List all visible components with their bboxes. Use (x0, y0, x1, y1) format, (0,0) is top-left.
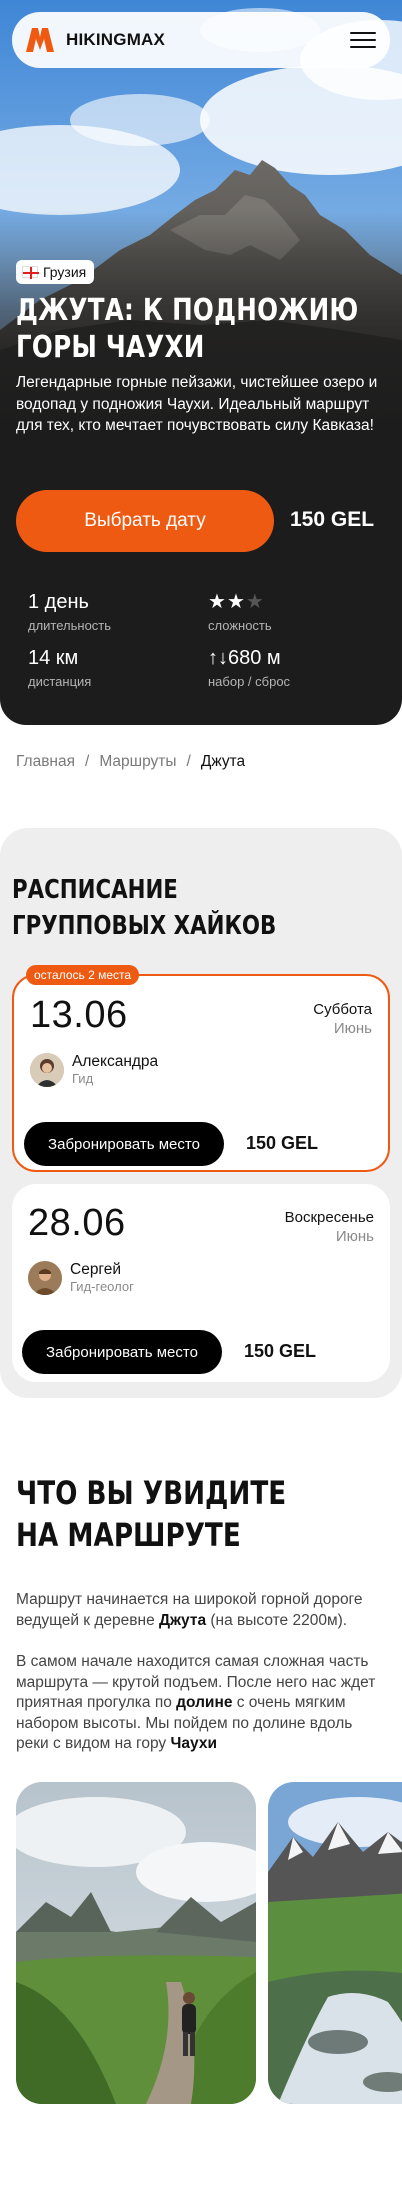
stat-difficulty: ★★★ сложность (208, 590, 272, 633)
card-price: 150 GEL (244, 1341, 317, 1361)
title-line-1: ДЖУТА: К ПОДНОЖИЮ (16, 293, 359, 328)
schedule-section: РАСПИСАНИЕ ГРУППОВЫХ ХАЙКОВ осталось 2 м… (0, 828, 402, 1398)
logo-icon[interactable] (24, 25, 58, 55)
route-section-title: ЧТО ВЫ УВИДИТЕ НА МАРШРУТЕ (16, 1472, 286, 1556)
schedule-title-line-2: ГРУППОВЫХ ХАЙКОВ (12, 911, 277, 941)
route-photo-river[interactable] (268, 1782, 402, 2104)
card-price: 150 GEL (246, 1133, 319, 1153)
hike-date: 28.06 (28, 1202, 126, 1244)
page-title: ДЖУТА: К ПОДНОЖИЮ ГОРЫ ЧАУХИ (16, 292, 385, 366)
hike-date: 13.06 (30, 994, 128, 1036)
route-paragraph-2: В самом начале находится самая сложная ч… (16, 1652, 388, 1755)
breadcrumb: Главная / Маршруты / Джута (16, 753, 245, 771)
georgia-flag-icon (22, 266, 39, 279)
schedule-title: РАСПИСАНИЕ ГРУППОВЫХ ХАЙКОВ (12, 872, 276, 944)
book-seat-button[interactable]: Забронировать место (24, 1122, 224, 1166)
highlight-chaukhi: Чаухи (170, 1735, 217, 1752)
breadcrumb-current: Джута (200, 753, 246, 770)
duration-label: длительность (28, 618, 112, 633)
hike-month: Июнь (333, 1020, 372, 1037)
logo-text[interactable]: HIKINGMAX (66, 30, 165, 50)
stat-distance: 14 км дистанция (28, 646, 91, 689)
highlight-juta: Джута (159, 1611, 207, 1629)
hero-price: 150 GEL (290, 508, 375, 531)
hike-weekday-month: Суббота Июнь (313, 1000, 372, 1038)
country-label: Грузия (43, 264, 87, 280)
site-header: HIKINGMAX (12, 12, 390, 68)
avatar (30, 1052, 64, 1087)
breadcrumb-separator: / (186, 753, 191, 770)
hike-weekday: Воскресенье (284, 1209, 374, 1226)
star-filled-icon: ★ (208, 591, 227, 613)
hike-month: Июнь (335, 1228, 374, 1245)
route-description: Легендарные горные пейзажи, чистейшее оз… (16, 374, 378, 434)
distance-value: 14 км (28, 647, 79, 669)
hero-section: HIKINGMAX Грузия ДЖУТА: К ПОДНОЖИЮ ГОРЫ … (0, 0, 402, 725)
book-seat-button[interactable]: Забронировать место (22, 1330, 222, 1374)
duration-value: 1 день (28, 591, 89, 613)
route-photo-trail[interactable] (16, 1782, 256, 2104)
highlight-valley: долине (176, 1694, 233, 1711)
title-line-2: ГОРЫ ЧАУХИ (16, 330, 205, 365)
hamburger-menu-icon[interactable] (350, 30, 376, 50)
route-title-line-2: НА МАРШРУТЕ (16, 1516, 241, 1554)
guide-name: Александра (72, 1053, 159, 1070)
star-filled-icon: ★ (226, 591, 246, 613)
breadcrumb-home[interactable]: Главная (16, 753, 75, 771)
breadcrumb-routes[interactable]: Маршруты (99, 753, 176, 771)
hike-card: 28.06 Воскресенье Июнь Сергей Гид-геолог… (12, 1184, 390, 1382)
stat-elevation: ↑↓680 м набор / сброс (208, 646, 290, 689)
stat-duration: 1 день длительность (28, 590, 111, 633)
star-empty-icon: ★ (245, 591, 265, 613)
route-paragraph-1: Маршрут начинается на широкой горной дор… (16, 1590, 388, 1631)
guide-role: Гид-геолог (70, 1279, 134, 1294)
hike-card: осталось 2 места 13.06 Суббота Июнь Алек… (12, 965, 390, 1172)
hike-weekday-month: Воскресенье Июнь (285, 1208, 374, 1246)
route-title-line-1: ЧТО ВЫ УВИДИТЕ (16, 1474, 287, 1512)
hike-weekday: Суббота (313, 1001, 372, 1018)
guide-name: Сергей (70, 1261, 122, 1278)
schedule-title-line-1: РАСПИСАНИЕ (12, 875, 178, 905)
distance-label: дистанция (28, 674, 92, 689)
page: HIKINGMAX Грузия ДЖУТА: К ПОДНОЖИЮ ГОРЫ … (0, 0, 402, 2194)
guide-info: Сергей Гид-геолог (28, 1260, 134, 1295)
text-fragment: (на высоте 2200м). (206, 1611, 348, 1629)
seats-left-badge: осталось 2 места (26, 965, 140, 985)
avatar (28, 1260, 62, 1295)
guide-info: Александра Гид (30, 1052, 158, 1087)
country-badge: Грузия (16, 260, 95, 284)
difficulty-label: сложность (208, 618, 272, 633)
difficulty-stars: ★★★ (208, 590, 272, 614)
choose-date-button[interactable]: Выбрать дату (16, 490, 274, 552)
elevation-label: набор / сброс (208, 674, 291, 689)
breadcrumb-separator: / (85, 753, 90, 770)
elevation-value: ↑↓680 м (208, 647, 281, 669)
guide-role: Гид (72, 1071, 94, 1086)
